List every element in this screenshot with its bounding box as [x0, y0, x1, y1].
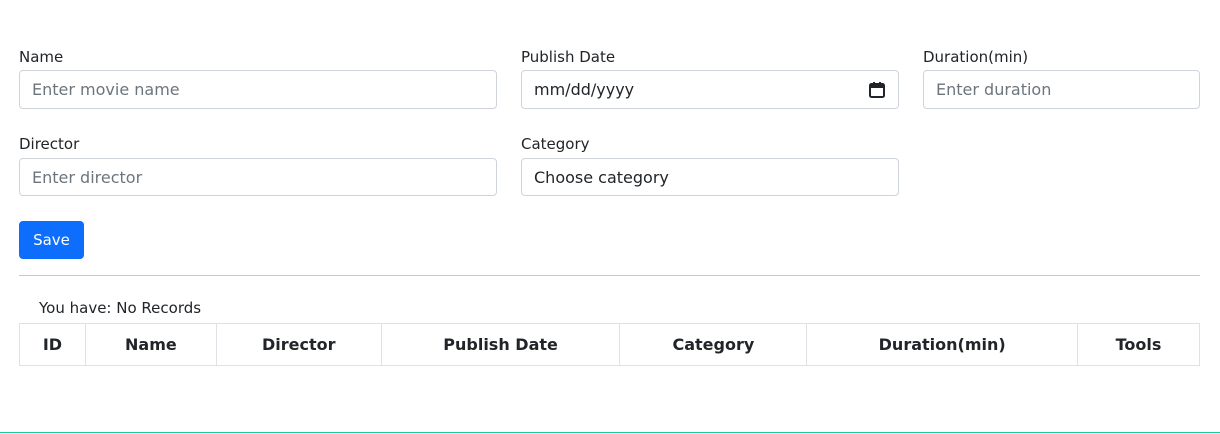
category-label: Category: [521, 135, 590, 153]
footer-border: [0, 432, 1220, 433]
duration-input[interactable]: [923, 70, 1200, 109]
column-header-director: Director: [215, 323, 382, 366]
publish-date-placeholder: mm/dd/yyyy: [534, 80, 635, 99]
calendar-icon[interactable]: [868, 81, 886, 99]
publish-date-label: Publish Date: [521, 48, 616, 66]
director-label: Director: [19, 135, 80, 153]
publish-date-input[interactable]: mm/dd/yyyy: [521, 70, 899, 109]
column-header-name: Name: [84, 323, 217, 366]
column-header-publish-date: Publish Date: [380, 323, 621, 366]
records-table: ID Name Director Publish Date Category D…: [19, 323, 1200, 366]
director-input[interactable]: [19, 158, 497, 196]
column-header-tools: Tools: [1077, 323, 1200, 366]
name-label: Name: [19, 48, 64, 66]
column-header-duration: Duration(min): [806, 323, 1079, 366]
column-header-id: ID: [19, 323, 86, 366]
category-selected-value: Choose category: [534, 167, 669, 187]
duration-label: Duration(min): [923, 48, 1029, 66]
movie-form-page: Name Publish Date mm/dd/yyyy Duration(mi…: [0, 0, 1220, 434]
divider: [19, 275, 1200, 276]
column-header-category: Category: [619, 323, 808, 366]
category-select[interactable]: Choose category: [521, 158, 899, 196]
movie-name-input[interactable]: [19, 70, 497, 109]
save-button[interactable]: Save: [19, 221, 84, 259]
table-header-row: ID Name Director Publish Date Category D…: [19, 323, 1200, 366]
record-count-text: You have: No Records: [39, 299, 202, 317]
